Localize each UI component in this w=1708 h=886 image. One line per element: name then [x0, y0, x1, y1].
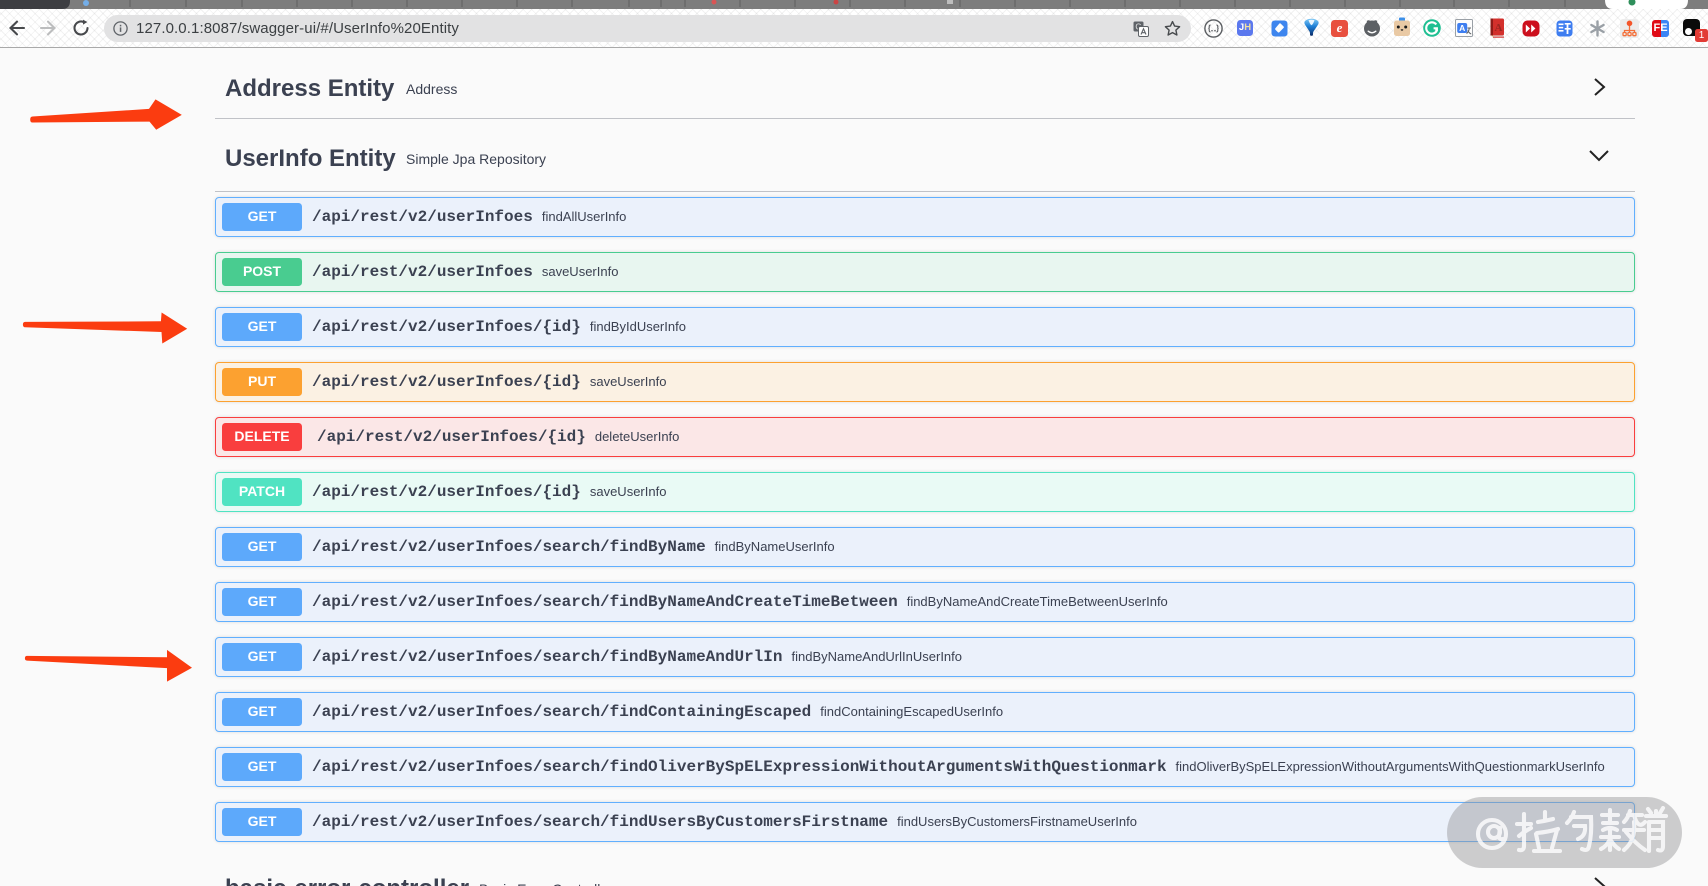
svg-text:A: A [1459, 23, 1465, 33]
svg-text:A: A [1495, 22, 1503, 34]
